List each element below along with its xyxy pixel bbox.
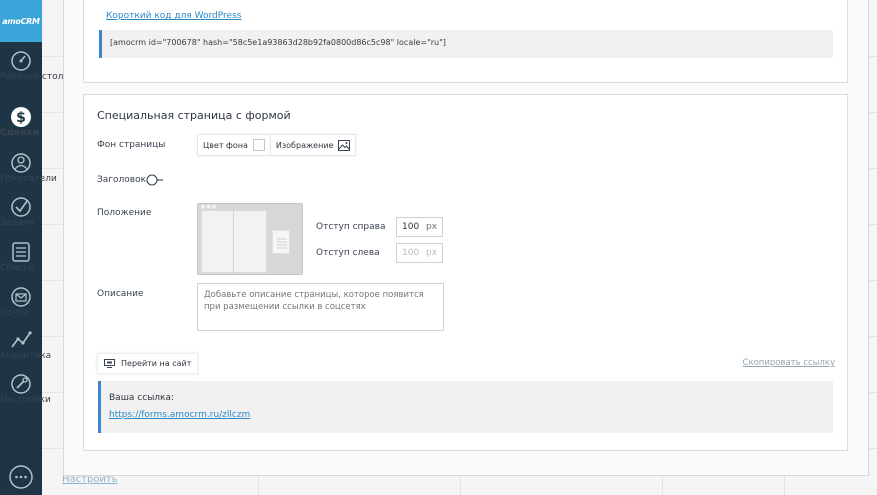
monitor-icon bbox=[104, 359, 115, 368]
page-divider bbox=[233, 210, 234, 273]
page-background-label: Фон страницы bbox=[97, 140, 166, 150]
sidebar-item-deals[interactable]: $ Сделки bbox=[0, 106, 42, 138]
padding-left-value: 100 bbox=[402, 248, 420, 258]
unit-label: px bbox=[426, 248, 438, 258]
amocrm-logo[interactable]: amoCRM bbox=[0, 0, 42, 42]
description-label: Описание bbox=[97, 289, 144, 299]
bg-image-option-label: Изображение bbox=[275, 140, 334, 150]
goto-site-label: Перейти на сайт bbox=[121, 359, 192, 368]
sidebar-item-analytics[interactable]: Аналитика bbox=[0, 329, 51, 361]
padding-right-input[interactable]: 100 px bbox=[396, 217, 443, 237]
page-area-preview bbox=[201, 210, 267, 273]
padding-right-value: 100 bbox=[402, 222, 420, 232]
color-swatch[interactable] bbox=[252, 139, 265, 151]
tasks-check-icon bbox=[11, 197, 31, 217]
goto-site-button[interactable]: Перейти на сайт bbox=[97, 353, 199, 374]
sidebar-item-lists[interactable]: Списки bbox=[0, 241, 42, 273]
sidebar-item-label: Сделки bbox=[0, 128, 39, 138]
sidebar-item-dashboard[interactable]: Рабочий стол bbox=[0, 50, 63, 82]
your-link-box: Ваша ссылка: https://forms.amocrm.ru/zll… bbox=[98, 381, 833, 433]
bg-color-option[interactable]: Цвет фона bbox=[198, 135, 270, 155]
sidebar-item-label: Покупатели bbox=[0, 174, 57, 184]
form-position-preview[interactable]: ●●● bbox=[197, 203, 303, 275]
sidebar-item-label: Аналитика bbox=[0, 351, 52, 361]
bg-color-option-label: Цвет фона bbox=[203, 140, 248, 150]
form-url-link[interactable]: https://forms.amocrm.ru/zllczm bbox=[109, 410, 250, 420]
deals-dollar-icon: $ bbox=[11, 107, 31, 127]
main-sidebar: amoCRM Рабочий стол $ Сделки Покупатели … bbox=[0, 0, 63, 495]
sidebar-item-label: Списки bbox=[0, 263, 35, 273]
shortcode-text: [amocrm id="700678" hash="58c5e1a93863d2… bbox=[110, 38, 446, 47]
settings-icon bbox=[11, 374, 31, 394]
analytics-icon bbox=[11, 331, 32, 348]
position-label: Положение bbox=[97, 208, 152, 218]
image-icon bbox=[338, 139, 351, 151]
customers-icon bbox=[11, 153, 31, 173]
form-icon bbox=[272, 230, 290, 254]
wordpress-shortcode-link[interactable]: Короткий код для WordPress bbox=[106, 11, 241, 21]
lists-icon bbox=[12, 242, 30, 262]
copy-link-button[interactable]: Скопировать ссылку bbox=[743, 358, 835, 368]
sidebar-item-customers[interactable]: Покупатели bbox=[0, 152, 57, 184]
sidebar-item-mail[interactable]: Почта bbox=[0, 286, 42, 318]
dashboard-icon bbox=[11, 51, 31, 71]
sidebar-item-label: Почта bbox=[0, 308, 29, 318]
your-link-label: Ваша ссылка: bbox=[109, 393, 175, 403]
sidebar-item-label: Настройки bbox=[0, 395, 51, 405]
chat-icon[interactable] bbox=[8, 464, 34, 490]
description-textarea[interactable] bbox=[197, 283, 444, 331]
mail-icon bbox=[11, 287, 31, 307]
shortcode-box[interactable]: [amocrm id="700678" hash="58c5e1a93863d2… bbox=[99, 30, 833, 58]
svg-text:$: $ bbox=[16, 110, 26, 126]
section-title: Специальная страница с формой bbox=[97, 109, 291, 122]
sidebar-item-tasks[interactable]: Задачи bbox=[0, 196, 42, 228]
sidebar-item-label: Рабочий стол bbox=[0, 72, 64, 82]
heading-toggle-switch[interactable] bbox=[146, 174, 164, 186]
padding-left-input[interactable]: 100 px bbox=[396, 243, 443, 263]
bg-image-option[interactable]: Изображение bbox=[269, 135, 356, 155]
padding-left-label: Отступ слева bbox=[316, 248, 380, 258]
padding-right-label: Отступ справа bbox=[316, 222, 386, 232]
sidebar-item-label: Задачи bbox=[0, 218, 35, 228]
heading-label: Заголовок bbox=[97, 175, 147, 185]
unit-label: px bbox=[426, 222, 438, 232]
sidebar-item-settings[interactable]: Настройки bbox=[0, 373, 51, 405]
background-type-selector: Цвет фона Изображение bbox=[197, 134, 357, 156]
